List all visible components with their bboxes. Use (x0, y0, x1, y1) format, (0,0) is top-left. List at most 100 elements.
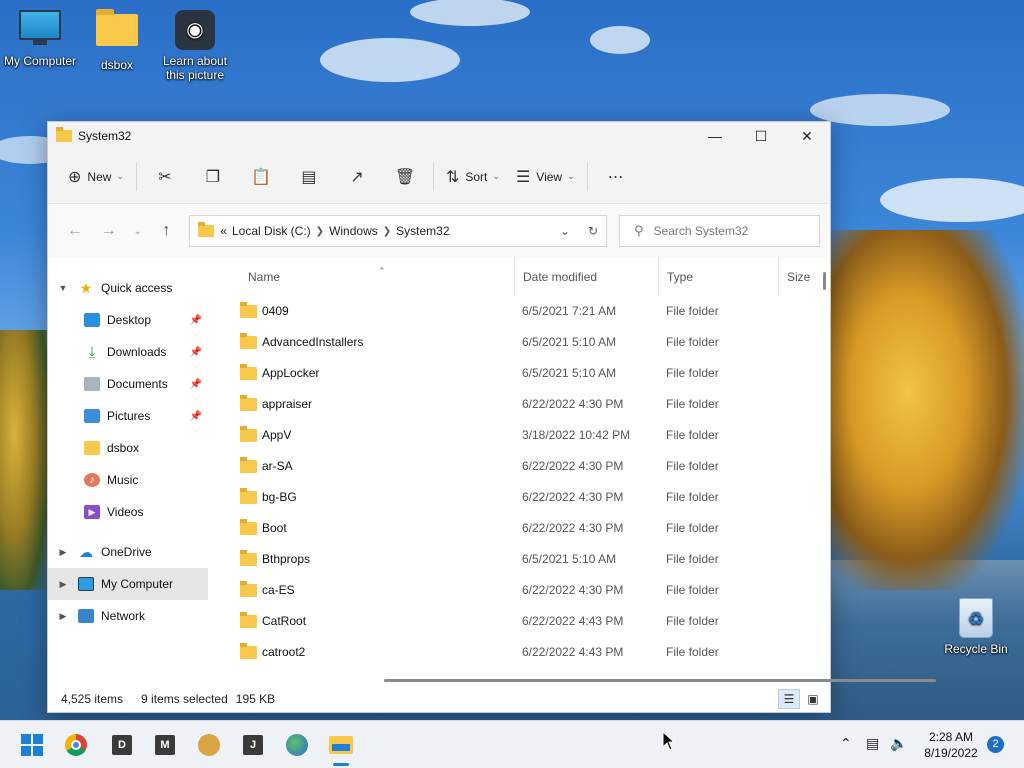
show-hidden-icons-button[interactable]: ⌃ (840, 735, 852, 752)
folder-icon (84, 441, 100, 455)
sort-button[interactable]: ⇅ Sort ⌄ (438, 160, 508, 194)
folder-icon (240, 612, 257, 628)
delete-button[interactable]: 🗑 (381, 160, 429, 194)
selected-size: 195 KB (235, 692, 276, 706)
maximize-button[interactable]: ☐ (738, 122, 784, 150)
table-row[interactable]: bg-BG 6/22/2022 4:30 PM File folder (224, 482, 830, 513)
desktop-icon-label: Recycle Bin (944, 642, 1008, 656)
paste-button[interactable]: 📋 (237, 160, 285, 194)
folder-icon (240, 333, 257, 349)
details-view-button[interactable]: ☰ (778, 689, 800, 709)
folder-icon (198, 222, 215, 237)
rename-icon: ▤ (301, 168, 317, 186)
sidebar-item-documents[interactable]: Documents 📌 (48, 368, 208, 400)
horizontal-scrollbar[interactable] (384, 679, 936, 682)
breadcrumb-system32[interactable]: System32 (396, 224, 449, 238)
address-dropdown-icon[interactable]: ⌄ (560, 224, 570, 238)
taskbar-app-j[interactable]: J (241, 733, 265, 757)
minimize-button[interactable]: — (692, 122, 738, 150)
file-explorer-icon (329, 736, 353, 754)
rename-button[interactable]: ▤ (285, 160, 333, 194)
up-button[interactable]: ↑ (149, 222, 183, 240)
pin-icon: 📌 (189, 314, 202, 326)
more-options-button[interactable]: ⋯ (592, 160, 640, 194)
start-button[interactable] (20, 733, 44, 757)
table-row[interactable]: ca-ES 6/22/2022 4:30 PM File folder (224, 575, 830, 606)
table-row[interactable]: CatRoot 6/22/2022 4:43 PM File folder (224, 606, 830, 637)
taskbar-doge[interactable] (197, 733, 221, 757)
sidebar-item-onedrive[interactable]: ▶ ☁ OneDrive (48, 536, 208, 568)
folder-icon (240, 457, 257, 473)
sidebar-item-dsbox[interactable]: dsbox (48, 432, 208, 464)
column-header-size[interactable]: Size (778, 258, 838, 296)
chevron-down-icon[interactable]: ▼ (56, 283, 70, 293)
desktop-icon-recycle-bin[interactable]: ♻ Recycle Bin (940, 598, 1012, 656)
taskbar-file-explorer[interactable] (329, 733, 353, 757)
close-button[interactable]: ✕ (784, 122, 830, 150)
folder-icon (240, 302, 257, 318)
taskbar-globe-app[interactable] (285, 733, 309, 757)
table-row[interactable]: AppV 3/18/2022 10:42 PM File folder (224, 420, 830, 451)
globe-icon (286, 734, 308, 756)
sidebar-item-desktop[interactable]: Desktop 📌 (48, 304, 208, 336)
table-row[interactable]: 0409 6/5/2021 7:21 AM File folder (224, 296, 830, 327)
search-box[interactable]: ⚲ Search System32 (619, 215, 821, 247)
chevron-right-icon[interactable]: ▶ (56, 611, 70, 622)
sidebar-item-network[interactable]: ▶ Network (48, 600, 208, 632)
chevron-down-icon: ⌄ (567, 171, 575, 181)
table-row[interactable]: Boot 6/22/2022 4:30 PM File folder (224, 513, 830, 544)
sidebar-item-videos[interactable]: ▶ Videos (48, 496, 208, 528)
file-type: File folder (666, 304, 719, 318)
file-type: File folder (666, 459, 719, 473)
chevron-right-icon[interactable]: ▶ (56, 547, 70, 558)
tiles-view-button[interactable]: ▣ (802, 689, 824, 709)
column-header-type[interactable]: Type (658, 258, 778, 296)
back-button[interactable]: ← (58, 222, 92, 240)
sidebar-item-downloads[interactable]: ⤓ Downloads 📌 (48, 336, 208, 368)
share-button[interactable]: ↗ (333, 160, 381, 194)
vertical-scrollbar[interactable] (823, 272, 826, 290)
cut-button[interactable]: ✂ (141, 160, 189, 194)
forward-button[interactable]: → (92, 222, 126, 240)
title-bar[interactable]: System32 — ☐ ✕ (48, 122, 830, 150)
column-header-name[interactable]: Name ⌃ (240, 258, 512, 296)
table-row[interactable]: AdvancedInstallers 6/5/2021 5:10 AM File f… (224, 327, 830, 358)
sidebar-item-music[interactable]: ♪ Music (48, 464, 208, 496)
recent-locations-button[interactable]: ⌄ (126, 226, 150, 237)
notification-badge[interactable]: 2 (987, 736, 1004, 753)
volume-icon[interactable]: 🔈 (890, 735, 907, 752)
taskbar-chrome[interactable] (64, 733, 88, 757)
network-tray-icon[interactable]: ▤ (866, 735, 879, 752)
desktop-icon-my-computer[interactable]: My Computer (0, 10, 80, 68)
sidebar-label: Music (107, 473, 139, 487)
sidebar-item-my-computer[interactable]: ▶ My Computer (48, 568, 208, 600)
table-row[interactable]: appraiser 6/22/2022 4:30 PM File folder (224, 389, 830, 420)
view-button[interactable]: ☰ View ⌄ (508, 160, 583, 194)
ellipsis-icon: ⋯ (607, 168, 624, 186)
table-row[interactable]: catroot2 6/22/2022 4:43 PM File folder (224, 637, 830, 668)
desktop-icon-dsbox[interactable]: dsbox (77, 9, 157, 72)
folder-icon (240, 488, 257, 504)
taskbar-app-d[interactable]: D (110, 733, 134, 757)
table-row[interactable]: AppLocker 6/5/2021 5:10 AM File folder (224, 358, 830, 389)
breadcrumb-local-disk[interactable]: Local Disk (C:) (232, 224, 311, 238)
breadcrumb-windows[interactable]: Windows (329, 224, 378, 238)
refresh-icon[interactable]: ↻ (588, 224, 598, 238)
plus-circle-icon: ⊕ (68, 168, 82, 186)
clock[interactable]: 2:28 AM 8/19/2022 (916, 729, 986, 761)
address-bar[interactable]: « Local Disk (C:) ❯ Windows ❯ System32 ⌄… (189, 215, 607, 247)
file-name: AdvancedInstallers (262, 335, 364, 349)
chevron-right-icon[interactable]: ▶ (56, 579, 70, 590)
file-date: 6/22/2022 4:30 PM (522, 397, 624, 411)
address-overflow[interactable]: « (220, 224, 227, 238)
taskbar-app-m[interactable]: M (153, 733, 177, 757)
new-button[interactable]: ⊕ New ⌄ (60, 160, 132, 194)
file-type: File folder (666, 335, 719, 349)
copy-button[interactable]: ❐ (189, 160, 237, 194)
column-header-date[interactable]: Date modified (514, 258, 658, 296)
table-row[interactable]: Bthprops 6/5/2021 5:10 AM File folder (224, 544, 830, 575)
sidebar-item-quick-access[interactable]: ▼ ★ Quick access (48, 272, 208, 304)
sidebar-item-pictures[interactable]: Pictures 📌 (48, 400, 208, 432)
desktop-icon-learn-about-picture[interactable]: ◉ Learn about this picture (155, 10, 235, 82)
table-row[interactable]: ar-SA 6/22/2022 4:30 PM File folder (224, 451, 830, 482)
